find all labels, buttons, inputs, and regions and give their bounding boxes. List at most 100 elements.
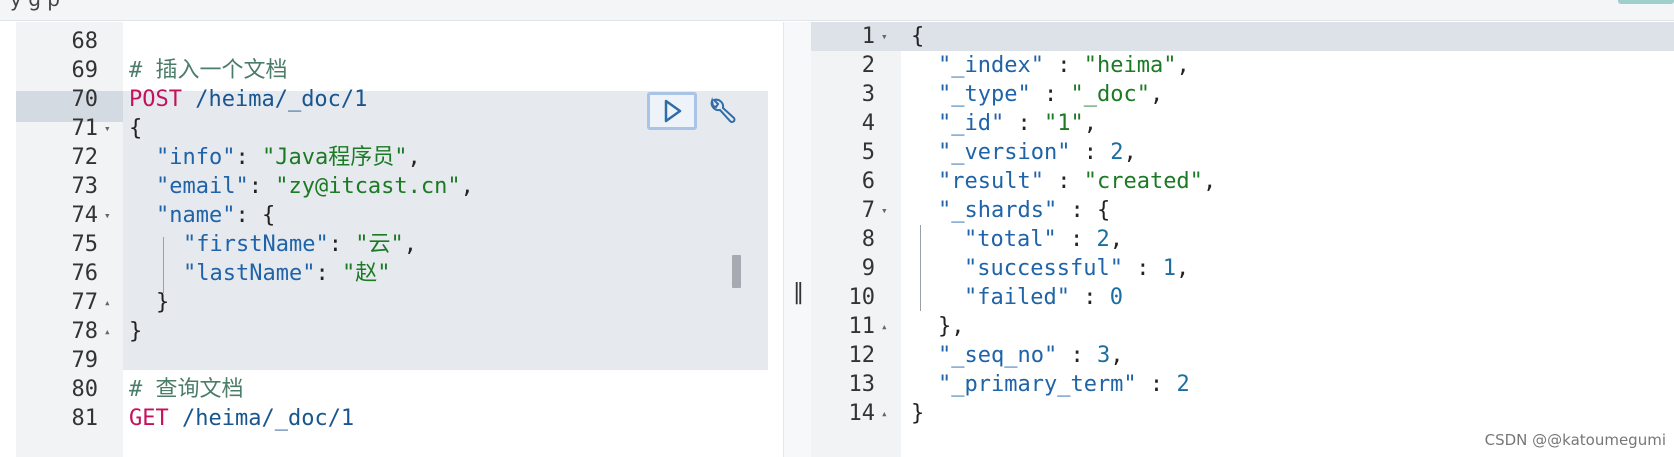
token-num: 0 <box>1109 285 1123 310</box>
response-line: 12 "_seq_no" : 3, <box>811 341 1674 370</box>
code-text: # 插入一个文档 <box>129 55 288 86</box>
token-key: "_index" <box>938 53 1044 78</box>
token-key: "successful" <box>964 256 1123 281</box>
token-sep: : <box>1057 198 1097 223</box>
token-key: "firstName" <box>183 232 329 257</box>
line-number: 11 <box>848 314 876 339</box>
token-tail: { <box>261 203 276 228</box>
token-tail: , <box>1175 256 1190 281</box>
line-number: 81 <box>71 406 99 431</box>
token-tail: , <box>1202 169 1217 194</box>
token-sep: : <box>235 145 262 170</box>
token-sep: : <box>235 203 262 228</box>
line-number: 75 <box>71 232 99 257</box>
code-text: "_version" : 2, <box>911 138 1137 167</box>
response-line: 3 "_type" : "_doc", <box>811 80 1674 109</box>
token-key: "email" <box>156 174 249 199</box>
token-tail: , <box>407 145 421 170</box>
token-punc: } <box>156 290 170 315</box>
token-key: "_id" <box>938 111 1005 136</box>
code-text: } <box>911 399 924 428</box>
token-sep: : <box>248 174 276 199</box>
line-number: 71 <box>71 116 99 141</box>
request-settings-button[interactable] <box>706 95 736 129</box>
code-line: 79 <box>16 345 768 376</box>
fold-expand-icon[interactable]: ▴ <box>104 316 111 347</box>
token-sep: : <box>1043 53 1084 78</box>
splitter-grip-icon[interactable]: ‖ <box>793 280 804 305</box>
code-text: "total" : 2, <box>911 225 1123 254</box>
line-number: 5 <box>861 140 875 165</box>
token-num: 2 <box>1110 140 1124 165</box>
code-text: "_type" : "_doc", <box>911 80 1163 109</box>
token-key: "_version" <box>938 140 1071 165</box>
token-sep: : <box>1056 227 1097 252</box>
token-sep: : <box>1069 285 1110 310</box>
token-key: "lastName" <box>183 261 316 286</box>
token-num: 1 <box>1162 256 1176 281</box>
token-tail: , <box>1083 111 1097 136</box>
token-sep: : <box>315 261 342 286</box>
response-line: 10 "failed" : 0 <box>811 283 1674 312</box>
response-line: 7 ▾ "_shards" : { <box>811 196 1674 225</box>
line-number: 10 <box>848 285 876 310</box>
code-line: 77 ▴} <box>16 287 768 318</box>
token-str: "_doc" <box>1070 82 1150 107</box>
token-comment: # 查询文档 <box>129 377 244 402</box>
request-editor[interactable]: 68 69 # 插入一个文档 70 POST /heima/_doc/1 71 ▾{72 "i… <box>16 22 783 457</box>
token-method: POST <box>129 87 182 112</box>
token-punc: { <box>911 24 925 49</box>
response-line: 2 "_index" : "heima", <box>811 51 1674 80</box>
code-line: 73 "email": "zy@itcast.cn", <box>16 171 768 202</box>
line-number: 1 <box>861 24 875 49</box>
response-line: 6 "result" : "created", <box>811 167 1674 196</box>
token-sep: : <box>1004 111 1044 136</box>
line-number: 9 <box>861 256 875 281</box>
active-tab-indicator[interactable] <box>1618 0 1674 4</box>
run-request-button[interactable] <box>647 92 697 130</box>
line-number: 74 <box>71 203 99 228</box>
fold-collapse-icon[interactable]: ▾ <box>881 22 888 51</box>
code-line: 72 "info": "Java程序员", <box>16 142 768 173</box>
fold-collapse-icon[interactable]: ▾ <box>881 196 888 225</box>
line-number: 2 <box>861 53 875 78</box>
token-str: "1" <box>1043 111 1084 136</box>
fold-collapse-icon[interactable]: ▾ <box>104 113 111 144</box>
fold-expand-icon[interactable]: ▴ <box>881 312 888 341</box>
wrench-icon <box>710 98 736 123</box>
code-line: 76 "lastName": "赵" <box>16 258 768 289</box>
code-text: { <box>129 113 142 144</box>
token-key: "_type" <box>938 82 1031 107</box>
token-sep: : <box>1043 169 1084 194</box>
code-line: 80 # 查询文档 <box>16 374 768 405</box>
fold-expand-icon[interactable]: ▴ <box>104 287 111 318</box>
token-tail: , <box>1110 343 1124 368</box>
token-path: /heima/_doc/1 <box>181 87 368 112</box>
editor-scrollbar-thumb[interactable] <box>732 255 741 288</box>
fold-collapse-icon[interactable]: ▾ <box>104 200 111 231</box>
token-str: "云" <box>355 232 404 257</box>
line-number: 79 <box>71 348 99 373</box>
token-num: 3 <box>1096 343 1111 368</box>
response-line: 5 "_version" : 2, <box>811 138 1674 167</box>
token-key: "_primary_term" <box>938 372 1137 397</box>
top-toolbar: y g p <box>0 0 1674 21</box>
watermark: CSDN @@katoumegumi <box>1484 431 1666 449</box>
token-str: "Java程序员" <box>261 145 408 170</box>
token-tail: , <box>460 174 474 199</box>
response-viewer[interactable]: 1 ▾{2 "_index" : "heima", 3 "_type" : "_doc"… <box>811 22 1674 457</box>
code-text: POST /heima/_doc/1 <box>129 84 367 115</box>
code-line: 78 ▴} <box>16 316 768 347</box>
code-text: "_id" : "1", <box>911 109 1097 138</box>
response-line: 8 "total" : 2, <box>811 225 1674 254</box>
line-number: 68 <box>71 29 99 54</box>
code-text: GET /heima/_doc/1 <box>129 403 354 434</box>
fold-expand-icon[interactable]: ▴ <box>881 399 888 428</box>
token-num: 2 <box>1176 372 1190 397</box>
code-text: } <box>129 287 169 318</box>
line-number: 14 <box>848 401 876 426</box>
pane-splitter[interactable]: ‖ <box>783 22 812 457</box>
code-text: }, <box>911 312 965 341</box>
code-text: "failed" : 0 <box>911 283 1123 312</box>
token-comment: # 插入一个文档 <box>129 58 288 83</box>
